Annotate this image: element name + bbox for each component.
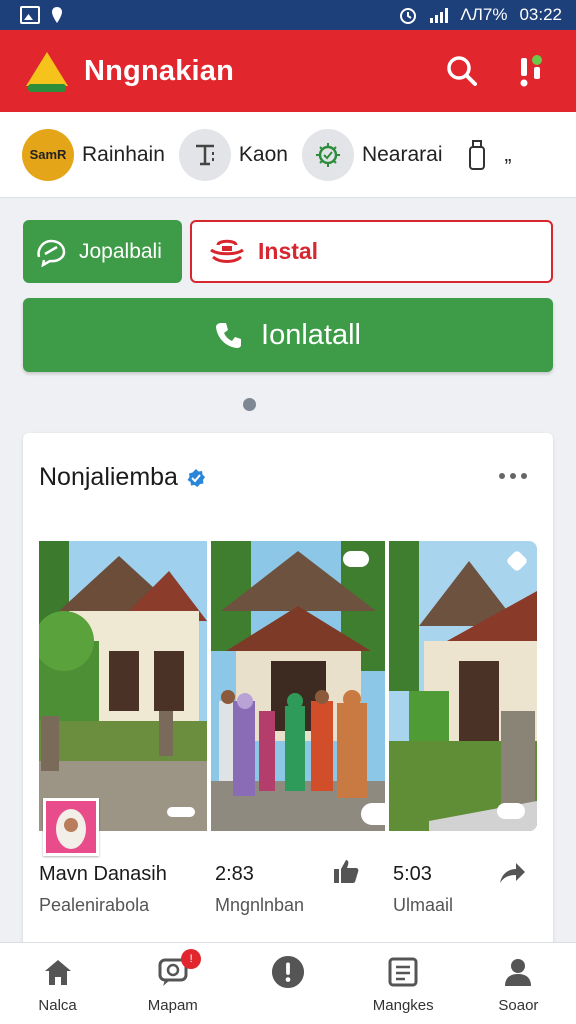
pager-indicator[interactable] xyxy=(243,398,256,411)
joinbali-button[interactable]: Jopalbali xyxy=(23,220,182,283)
story-label: Kaon xyxy=(238,142,288,166)
nav-item-mapam[interactable]: ! Mapam xyxy=(115,943,230,1024)
column-title: Mavn Danasih xyxy=(39,863,167,885)
nav-item-soaor[interactable]: Soaor xyxy=(461,943,576,1024)
bottom-navigation: Nalca ! Mapam Mangkes Soaor xyxy=(0,942,576,1024)
notifications-button[interactable] xyxy=(508,49,552,93)
post-photo-3[interactable] xyxy=(389,541,537,831)
notification-badge: ! xyxy=(181,949,202,969)
media-indicator xyxy=(343,551,369,567)
media-indicator xyxy=(497,803,525,819)
nav-item-nalca[interactable]: Nalca xyxy=(0,943,115,1024)
story-item-rainhain[interactable]: SamR Rainhain xyxy=(22,128,165,181)
nav-label: Nalca xyxy=(38,997,77,1014)
clock: 03:22 xyxy=(519,5,562,24)
instal-label: Instal xyxy=(258,238,319,264)
status-bar: ΛЛ7% 03:22 xyxy=(0,0,576,30)
story-label: Neararai xyxy=(361,142,443,166)
location-icon xyxy=(52,7,62,23)
app-title: Nngnakian xyxy=(84,54,235,87)
nav-label: Mapam xyxy=(147,997,198,1014)
alarm-icon xyxy=(400,8,417,24)
story-label: „ xyxy=(504,142,512,166)
post-card: Nonjaliemba Mavn Danasih Pealenirabola 2… xyxy=(23,433,553,973)
post-photo-1[interactable] xyxy=(39,541,207,831)
profile-icon xyxy=(501,955,535,989)
verified-icon xyxy=(187,468,205,487)
more-options-icon[interactable] xyxy=(499,473,527,479)
instal-button[interactable]: Instal xyxy=(190,220,553,283)
search-button[interactable] xyxy=(440,49,484,93)
author-avatar[interactable] xyxy=(43,798,99,856)
app-logo-icon xyxy=(24,50,70,92)
phone-icon xyxy=(216,323,242,348)
text-tool-icon xyxy=(178,128,231,181)
post-photo-2[interactable] xyxy=(211,541,385,831)
install-stack-icon xyxy=(210,239,244,263)
home-icon xyxy=(41,955,75,989)
story-label: Rainhain xyxy=(82,142,165,166)
share-icon[interactable] xyxy=(497,859,527,887)
document-icon xyxy=(386,955,420,989)
app-bar: Nngnakian xyxy=(0,30,576,112)
nav-label: Mangkes xyxy=(372,997,434,1014)
alert-icon xyxy=(520,55,542,87)
story-row: SamR Rainhain Kaon Neararai „ xyxy=(0,112,576,198)
nav-label: Soaor xyxy=(498,997,539,1014)
like-icon[interactable] xyxy=(331,857,361,885)
post-header: Nonjaliemba xyxy=(39,463,206,492)
megaphone-icon xyxy=(37,239,66,267)
story-item-kaon[interactable]: Kaon xyxy=(178,128,288,181)
bottle-icon xyxy=(456,128,497,181)
column-title: 2:83 xyxy=(215,863,254,885)
joinbali-label: Jopalbali xyxy=(79,239,162,263)
column-title: 5:03 xyxy=(393,863,432,885)
column-subtitle: Ulmaail xyxy=(393,895,454,915)
badge-icon xyxy=(301,128,354,181)
alert-circle-icon xyxy=(271,955,305,989)
media-indicator xyxy=(361,803,385,825)
nav-item-center[interactable] xyxy=(230,943,345,1024)
story-item-neararai[interactable]: Neararai xyxy=(301,128,443,181)
image-notification-icon xyxy=(20,6,40,24)
post-title: Nonjaliemba xyxy=(39,463,178,491)
column-subtitle: Mngnlnban xyxy=(215,895,305,915)
signal-icon xyxy=(430,7,449,23)
nav-item-mangkes[interactable]: Mangkes xyxy=(346,943,461,1024)
media-indicator xyxy=(167,807,195,817)
install-main-button[interactable]: Ionlatall xyxy=(23,298,553,372)
column-subtitle: Pealenirabola xyxy=(39,895,150,915)
story-item-more[interactable]: „ xyxy=(456,128,512,181)
search-icon xyxy=(447,56,477,86)
battery-percent: ΛЛ7% xyxy=(460,5,508,24)
sam-avatar-icon: SamR xyxy=(22,128,74,181)
install-main-label: Ionlatall xyxy=(261,318,361,351)
